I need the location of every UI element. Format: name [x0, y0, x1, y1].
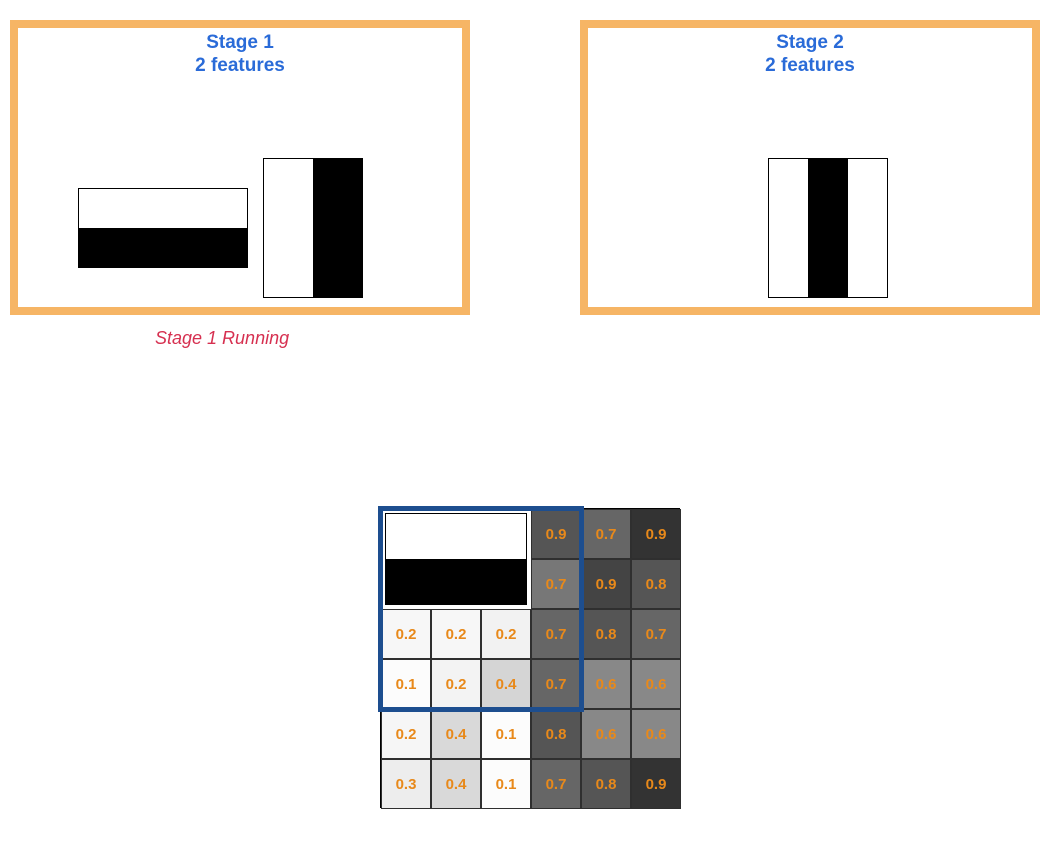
stage2-feature-triband-dark [808, 159, 847, 297]
heatmap-cell-r2c5: 0.7 [631, 609, 681, 659]
heatmap-cell-r5c3: 0.7 [531, 759, 581, 809]
heatmap-inset-feature-dark [386, 559, 526, 604]
heatmap-cell-r3c3: 0.7 [531, 659, 581, 709]
heatmap-cell-r4c5: 0.6 [631, 709, 681, 759]
heatmap-cell-r5c0: 0.3 [381, 759, 431, 809]
heatmap-cell-r2c4: 0.8 [581, 609, 631, 659]
stage2-panel: Stage 2 2 features [580, 20, 1040, 315]
stage1-feature-horizontal-dark [79, 228, 247, 267]
stage1-feature-horizontal [78, 188, 248, 268]
heatmap-cell-r2c2: 0.2 [481, 609, 531, 659]
stage1-panel: Stage 1 2 features [10, 20, 470, 315]
heatmap-grid: 0.9 0.7 0.9 0.7 0.9 0.8 0.2 0.2 0.2 0.7 … [380, 508, 680, 808]
heatmap-cell-r3c1: 0.2 [431, 659, 481, 709]
heatmap-inset-feature [385, 513, 527, 605]
heatmap-cell-r4c3: 0.8 [531, 709, 581, 759]
heatmap-cell-r2c0: 0.2 [381, 609, 431, 659]
stage2-title: Stage 2 2 features [588, 32, 1032, 78]
heatmap-cell-r4c1: 0.4 [431, 709, 481, 759]
heatmap-cell-r5c4: 0.8 [581, 759, 631, 809]
stage2-feature-vertical-triband [768, 158, 888, 298]
stage1-title: Stage 1 2 features [18, 32, 462, 78]
heatmap-cell-r5c1: 0.4 [431, 759, 481, 809]
heatmap-cell-r4c4: 0.6 [581, 709, 631, 759]
heatmap-cell-r0c5: 0.9 [631, 509, 681, 559]
stage1-title-line2: 2 features [195, 55, 285, 76]
heatmap-cell-r3c4: 0.6 [581, 659, 631, 709]
stage1-feature-vertical [263, 158, 363, 298]
stage1-feature-vertical-dark [313, 159, 362, 297]
heatmap-cell-r3c5: 0.6 [631, 659, 681, 709]
stage2-title-line1: Stage 2 [776, 32, 844, 53]
heatmap-cell-r4c2: 0.1 [481, 709, 531, 759]
stage1-title-line1: Stage 1 [206, 32, 274, 53]
heatmap-cell-r1c4: 0.9 [581, 559, 631, 609]
stage2-title-line2: 2 features [765, 55, 855, 76]
heatmap-cell-r3c0: 0.1 [381, 659, 431, 709]
heatmap-cell-r5c5: 0.9 [631, 759, 681, 809]
stage1-status: Stage 1 Running [155, 328, 289, 349]
heatmap-cell-r5c2: 0.1 [481, 759, 531, 809]
heatmap-cell-r3c2: 0.4 [481, 659, 531, 709]
heatmap-cell-r1c3: 0.7 [531, 559, 581, 609]
heatmap-cell-r1c5: 0.8 [631, 559, 681, 609]
heatmap-cell-r0c4: 0.7 [581, 509, 631, 559]
heatmap-cell-r4c0: 0.2 [381, 709, 431, 759]
heatmap-cell-r2c3: 0.7 [531, 609, 581, 659]
heatmap-cell-r2c1: 0.2 [431, 609, 481, 659]
heatmap-cell-r0c3: 0.9 [531, 509, 581, 559]
